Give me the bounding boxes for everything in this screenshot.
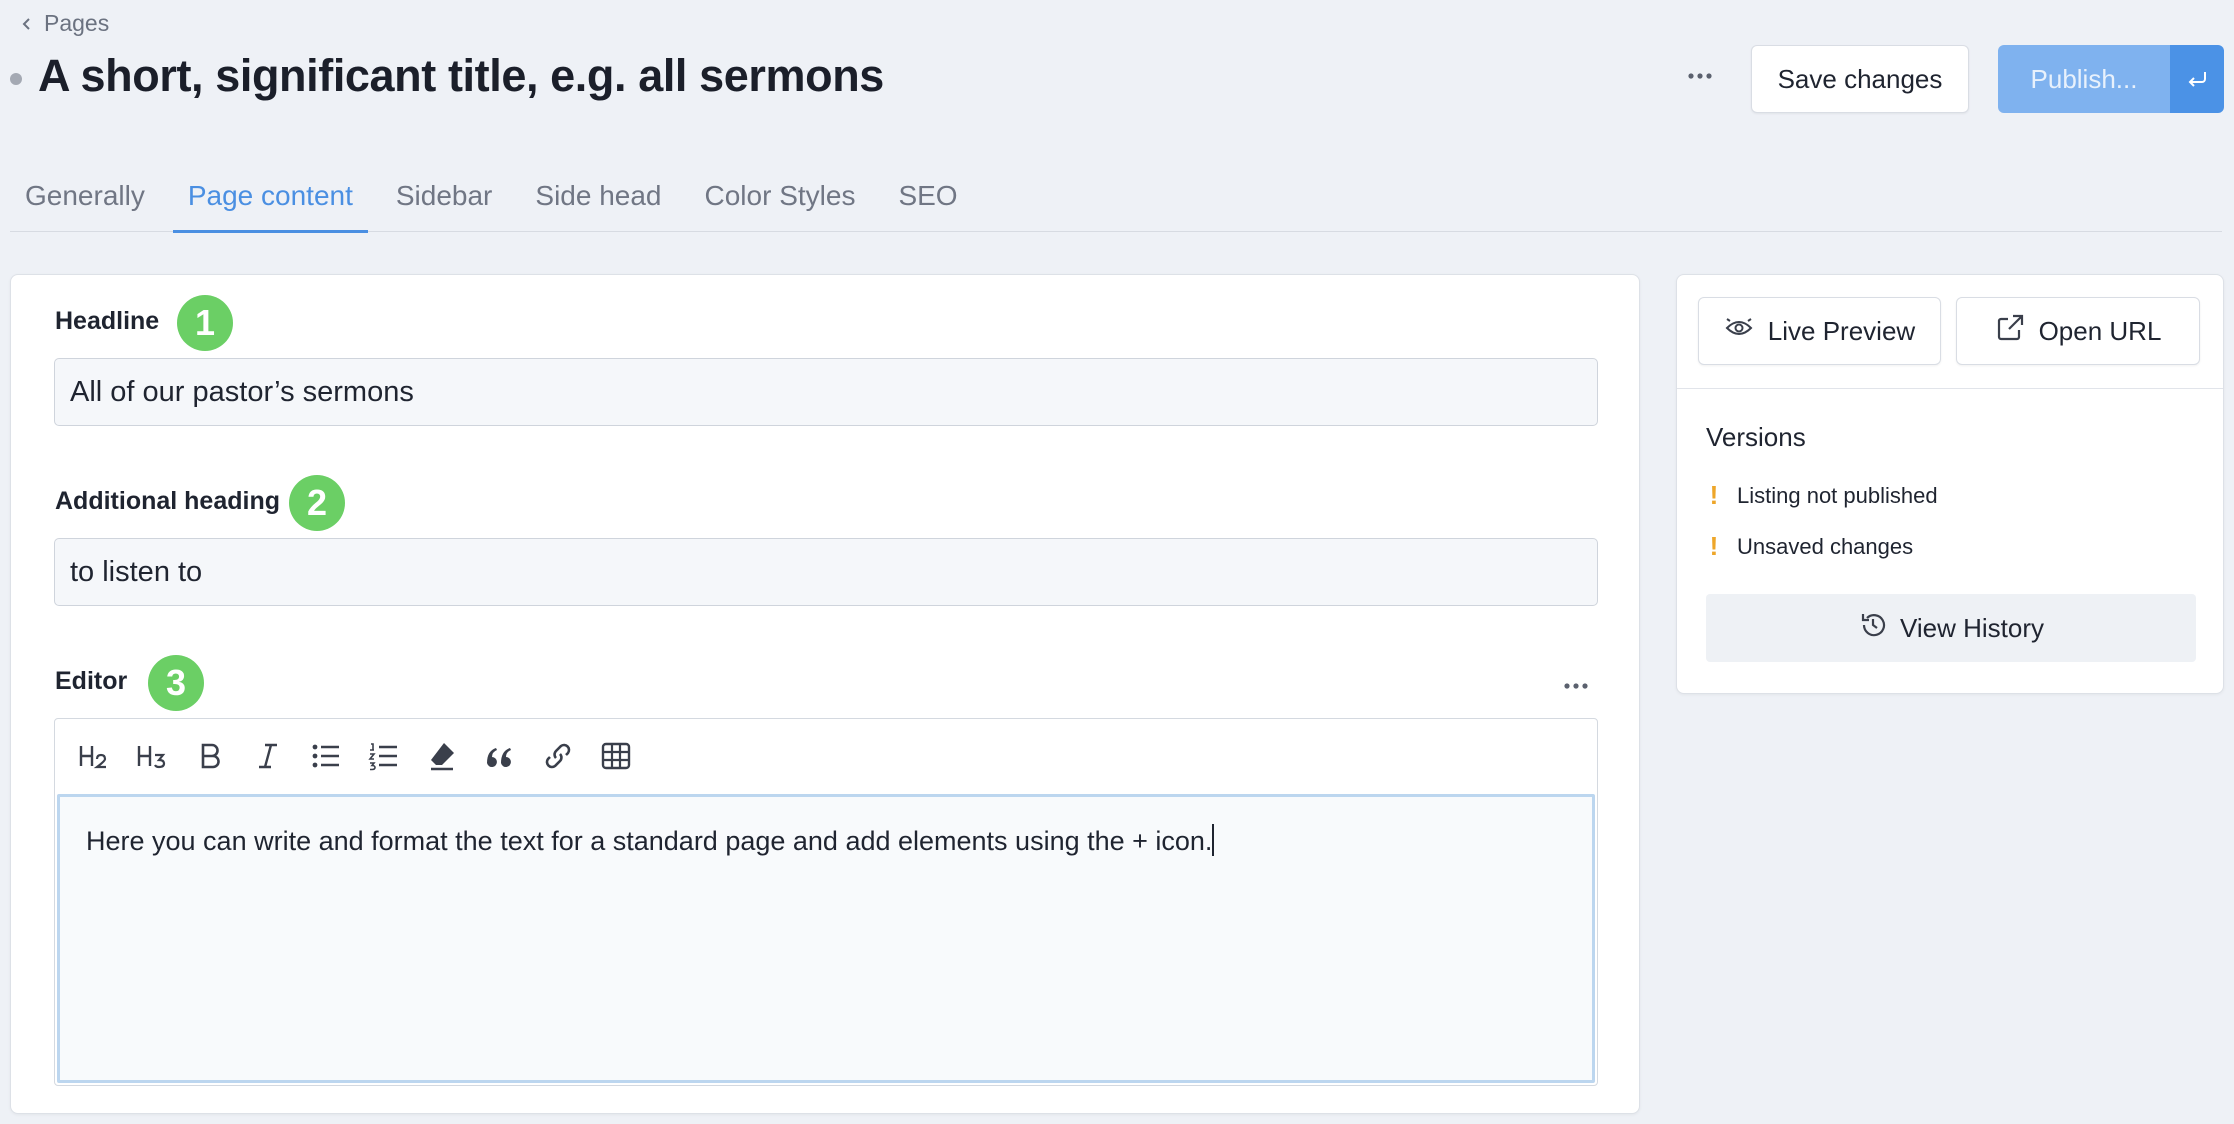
headline-input[interactable] <box>54 358 1598 426</box>
editor-more-icon[interactable] <box>1556 671 1596 701</box>
version-item: ! Unsaved changes <box>1709 531 1913 562</box>
editor-content-area[interactable]: Here you can write and format the text f… <box>57 794 1595 1083</box>
italic-icon[interactable] <box>239 727 297 785</box>
step-badge-2: 2 <box>289 475 345 531</box>
tab-bar: Generally Page content Sidebar Side head… <box>10 160 2222 233</box>
numbered-list-icon[interactable] <box>355 727 413 785</box>
tab-generally[interactable]: Generally <box>10 160 160 232</box>
version-item: ! Listing not published <box>1709 480 1938 511</box>
headline-label: Headline <box>55 307 160 335</box>
additional-heading-input[interactable] <box>54 538 1598 606</box>
page-content-card: Headline 1 Additional heading 2 Editor 3 <box>10 274 1640 1114</box>
tab-page-content[interactable]: Page content <box>172 160 368 233</box>
versions-title: Versions <box>1706 422 1806 452</box>
step-badge-1: 1 <box>177 295 233 351</box>
history-icon <box>1858 610 1888 647</box>
open-url-button[interactable]: Open URL <box>1956 297 2200 365</box>
link-icon[interactable] <box>529 727 587 785</box>
editor-label: Editor <box>55 667 128 695</box>
version-item-text: Unsaved changes <box>1737 533 1914 559</box>
open-url-label: Open URL <box>2038 315 2162 346</box>
external-link-icon <box>1995 313 2025 350</box>
view-history-label: View History <box>1899 612 2044 643</box>
warning-icon: ! <box>1709 531 1719 561</box>
editor-toolbar <box>55 719 1597 792</box>
step-badge-3: 3 <box>148 655 204 711</box>
version-item-text: Listing not published <box>1737 482 1938 508</box>
tab-sidebar[interactable]: Sidebar <box>381 160 508 232</box>
text-caret <box>1212 824 1215 856</box>
eye-icon <box>1724 313 1754 350</box>
editor-text: Here you can write and format the text f… <box>86 826 1213 856</box>
heading-3-icon[interactable] <box>123 727 181 785</box>
tab-seo[interactable]: SEO <box>883 160 972 232</box>
publish-button-group: Publish... <box>1998 45 2224 113</box>
heading-2-icon[interactable] <box>65 727 123 785</box>
live-preview-label: Live Preview <box>1767 315 1916 346</box>
view-history-button[interactable]: View History <box>1706 594 2196 662</box>
publish-return-icon[interactable] <box>2170 45 2224 113</box>
warning-icon: ! <box>1709 480 1719 510</box>
rich-text-editor: Here you can write and format the text f… <box>54 718 1598 1086</box>
save-changes-button[interactable]: Save changes <box>1751 45 1969 113</box>
quote-icon[interactable] <box>471 727 529 785</box>
table-icon[interactable] <box>587 727 645 785</box>
chevron-left-icon <box>20 10 34 37</box>
page-title: A short, significant title, e.g. all ser… <box>38 50 884 101</box>
breadcrumb-label: Pages <box>44 9 110 36</box>
sidebar-card: Live Preview Open URL Versions ! Listing… <box>1676 274 2224 694</box>
additional-heading-label: Additional heading <box>55 487 280 515</box>
bullet-list-icon[interactable] <box>297 727 355 785</box>
tab-color-styles[interactable]: Color Styles <box>690 160 871 232</box>
clear-format-icon[interactable] <box>413 727 471 785</box>
divider <box>1677 388 2223 389</box>
more-options-icon[interactable] <box>1680 56 1720 96</box>
live-preview-button[interactable]: Live Preview <box>1698 297 1941 365</box>
status-dot <box>10 73 22 85</box>
breadcrumb[interactable]: Pages <box>20 8 109 38</box>
tab-side-head[interactable]: Side head <box>520 160 676 232</box>
bold-icon[interactable] <box>181 727 239 785</box>
publish-button[interactable]: Publish... <box>1998 45 2170 113</box>
